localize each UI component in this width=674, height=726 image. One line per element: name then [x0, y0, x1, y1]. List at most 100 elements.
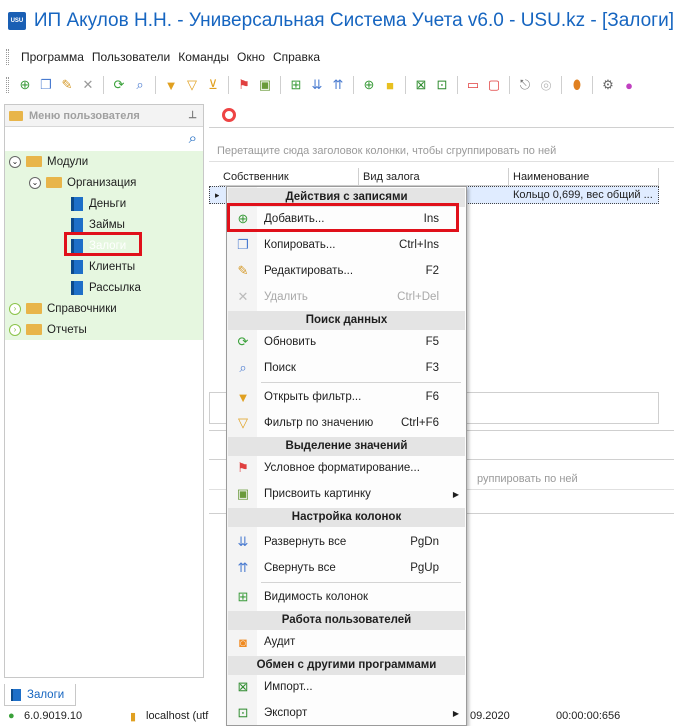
toolbar: ⊕ ❐ ✎ ✕ ⟳ ⌕ ▼ ▽ ⊻ ⚑ ▣ ⊞ ⇊ ⇈ ⊕ ■ ⊠ ⊡ ▭ ▢ …	[0, 72, 674, 98]
tree-label: Справочники	[47, 302, 117, 315]
column-header-name[interactable]: Наименование	[509, 168, 659, 186]
menu-users[interactable]: Пользователи	[88, 50, 174, 64]
delete-icon: ✕	[237, 289, 249, 304]
tree-label: Отчеты	[47, 323, 87, 336]
settings-icon[interactable]: ⚙	[599, 76, 617, 94]
picture-icon: ▣	[236, 486, 250, 501]
collapse-circle-icon[interactable]: ⌄	[9, 155, 21, 168]
tree-label: Модули	[47, 155, 89, 168]
submenu-arrow-icon: ▶	[452, 489, 459, 499]
column-header-pledge-type[interactable]: Вид залога	[359, 168, 509, 186]
filter-value-icon[interactable]: ▽	[183, 76, 201, 94]
menu-separator	[261, 582, 461, 583]
lower-group-hint: руппировать по ней	[477, 473, 578, 485]
window-tab-pledges[interactable]: Залоги	[4, 684, 76, 706]
book-icon	[11, 688, 21, 701]
color-icon[interactable]: ●	[620, 76, 638, 94]
section-exchange-header: Обмен с другими программами	[228, 656, 465, 675]
menu-window[interactable]: Окно	[233, 50, 269, 64]
menu-program[interactable]: Программа	[17, 50, 88, 64]
open-filter-menu-item[interactable]: ▼ Открыть фильтр... F6	[228, 385, 465, 409]
tree-item-reports[interactable]: › Отчеты	[5, 319, 203, 340]
tree-label: Деньги	[89, 197, 127, 210]
group-by-area[interactable]: Перетащите сюда заголовок колонки, чтобы…	[209, 140, 674, 162]
expand-circle-icon[interactable]: ›	[9, 323, 21, 336]
status-bar: ● 6.0.9019.10 ▮ localhost (utf 09.2020 0…	[0, 708, 674, 726]
window2-icon[interactable]: ▢	[485, 76, 503, 94]
filter-icon[interactable]: ▼	[162, 76, 180, 94]
delete-menu-item: ✕ Удалить Ctrl+Del	[228, 285, 465, 309]
assign-picture-menu-item[interactable]: ▣ Присвоить картинку ▶	[228, 482, 465, 506]
copy-icon[interactable]: ❐	[37, 76, 55, 94]
toolbar-separator	[353, 76, 354, 94]
tree-item-directories[interactable]: › Справочники	[5, 298, 203, 319]
folder-icon	[26, 303, 42, 314]
edit-menu-item[interactable]: ✎ Редактировать... F2	[228, 259, 465, 283]
collapse-circle-icon[interactable]: ⌄	[29, 176, 41, 189]
section-search-header: Поиск данных	[228, 311, 465, 330]
status-database: localhost (utf	[146, 710, 209, 722]
column-header-owner[interactable]: Собственник	[219, 168, 359, 186]
edit-icon[interactable]: ✎	[58, 76, 76, 94]
location-icon[interactable]: ⬮	[568, 76, 586, 94]
copy-menu-item[interactable]: ❐ Копировать... Ctrl+Ins	[228, 233, 465, 257]
tree-item-clients[interactable]: Клиенты	[5, 256, 203, 277]
folder-icon	[26, 324, 42, 335]
picture-icon[interactable]: ▣	[256, 76, 274, 94]
tree-item-mailing[interactable]: Рассылка	[5, 277, 203, 298]
edit-icon: ✎	[237, 263, 249, 278]
tree-item-modules[interactable]: ⌄ Модули	[5, 151, 203, 172]
import-icon[interactable]: ⊡	[433, 76, 451, 94]
section-users-header: Работа пользователей	[228, 611, 465, 630]
import-menu-item[interactable]: ⊠ Импорт...	[228, 675, 465, 699]
add-column-icon[interactable]: ⊕	[360, 76, 378, 94]
section-highlight-header: Выделение значений	[228, 437, 465, 456]
table-cell-name[interactable]: Кольцо 0,699, вес общий ...	[509, 186, 659, 204]
tree-item-organization[interactable]: ⌄ Организация	[5, 172, 203, 193]
lock-icon[interactable]: ◎	[537, 76, 555, 94]
highlight-box-pledges	[64, 232, 142, 256]
delete-icon[interactable]: ✕	[79, 76, 97, 94]
status-timer: 00:00:00:656	[556, 710, 621, 722]
filter-value-icon: ▽	[238, 415, 248, 430]
filter-icon: ▼	[236, 389, 250, 405]
menu-commands[interactable]: Команды	[174, 50, 233, 64]
menu-help[interactable]: Справка	[269, 50, 324, 64]
column-visibility-menu-item[interactable]: ⊞ Видимость колонок	[228, 585, 465, 609]
columns-icon[interactable]: ⊞	[287, 76, 305, 94]
pin-icon[interactable]: ⊥	[188, 110, 197, 121]
expand-all-menu-item[interactable]: ⇊ Развернуть все PgDn	[228, 530, 465, 554]
user-menu-panel: Меню пользователя ⊥ ⌕ ⌄ Модули ⌄ Организ…	[4, 104, 204, 678]
audit-menu-item[interactable]: ◙ Аудит	[228, 630, 465, 654]
refresh-icon[interactable]: ⟳	[110, 76, 128, 94]
expand-circle-icon[interactable]: ›	[9, 302, 21, 315]
collapse-all-menu-item[interactable]: ⇈ Свернуть все PgUp	[228, 556, 465, 580]
expand-icon[interactable]: ⇊	[308, 76, 326, 94]
search-menu-item[interactable]: ⌕ Поиск F3	[228, 356, 465, 380]
title-bar: USU ИП Акулов Н.Н. - Универсальная Систе…	[0, 0, 674, 42]
clear-filter-icon[interactable]: ⊻	[204, 76, 222, 94]
database-icon: ▮	[130, 711, 137, 723]
export-icon[interactable]: ⊠	[412, 76, 430, 94]
search-icon[interactable]: ⌕	[189, 130, 197, 147]
rss-icon: ◙	[239, 634, 247, 650]
search-icon[interactable]: ⌕	[131, 76, 149, 94]
menu-separator	[261, 382, 461, 383]
exit-icon[interactable]: ⎋	[516, 76, 534, 94]
filter-by-value-menu-item[interactable]: ▽ Фильтр по значению Ctrl+F6	[228, 411, 465, 435]
toolbar-separator	[509, 76, 510, 94]
book-icon	[71, 259, 83, 274]
note-icon[interactable]: ■	[381, 76, 399, 94]
search-icon: ⌕	[239, 360, 247, 375]
section-columns-header: Настройка колонок	[228, 508, 465, 527]
tree-item-money[interactable]: Деньги	[5, 193, 203, 214]
folder-icon	[46, 177, 62, 188]
collapse-icon[interactable]: ⇈	[329, 76, 347, 94]
conditional-formatting-menu-item[interactable]: ⚑ Условное форматирование...	[228, 456, 465, 480]
close-tab-icon[interactable]	[222, 108, 236, 122]
window-icon[interactable]: ▭	[464, 76, 482, 94]
add-icon[interactable]: ⊕	[16, 76, 34, 94]
document-tabstrip	[209, 104, 674, 128]
refresh-menu-item[interactable]: ⟳ Обновить F5	[228, 330, 465, 354]
flag-icon[interactable]: ⚑	[235, 76, 253, 94]
